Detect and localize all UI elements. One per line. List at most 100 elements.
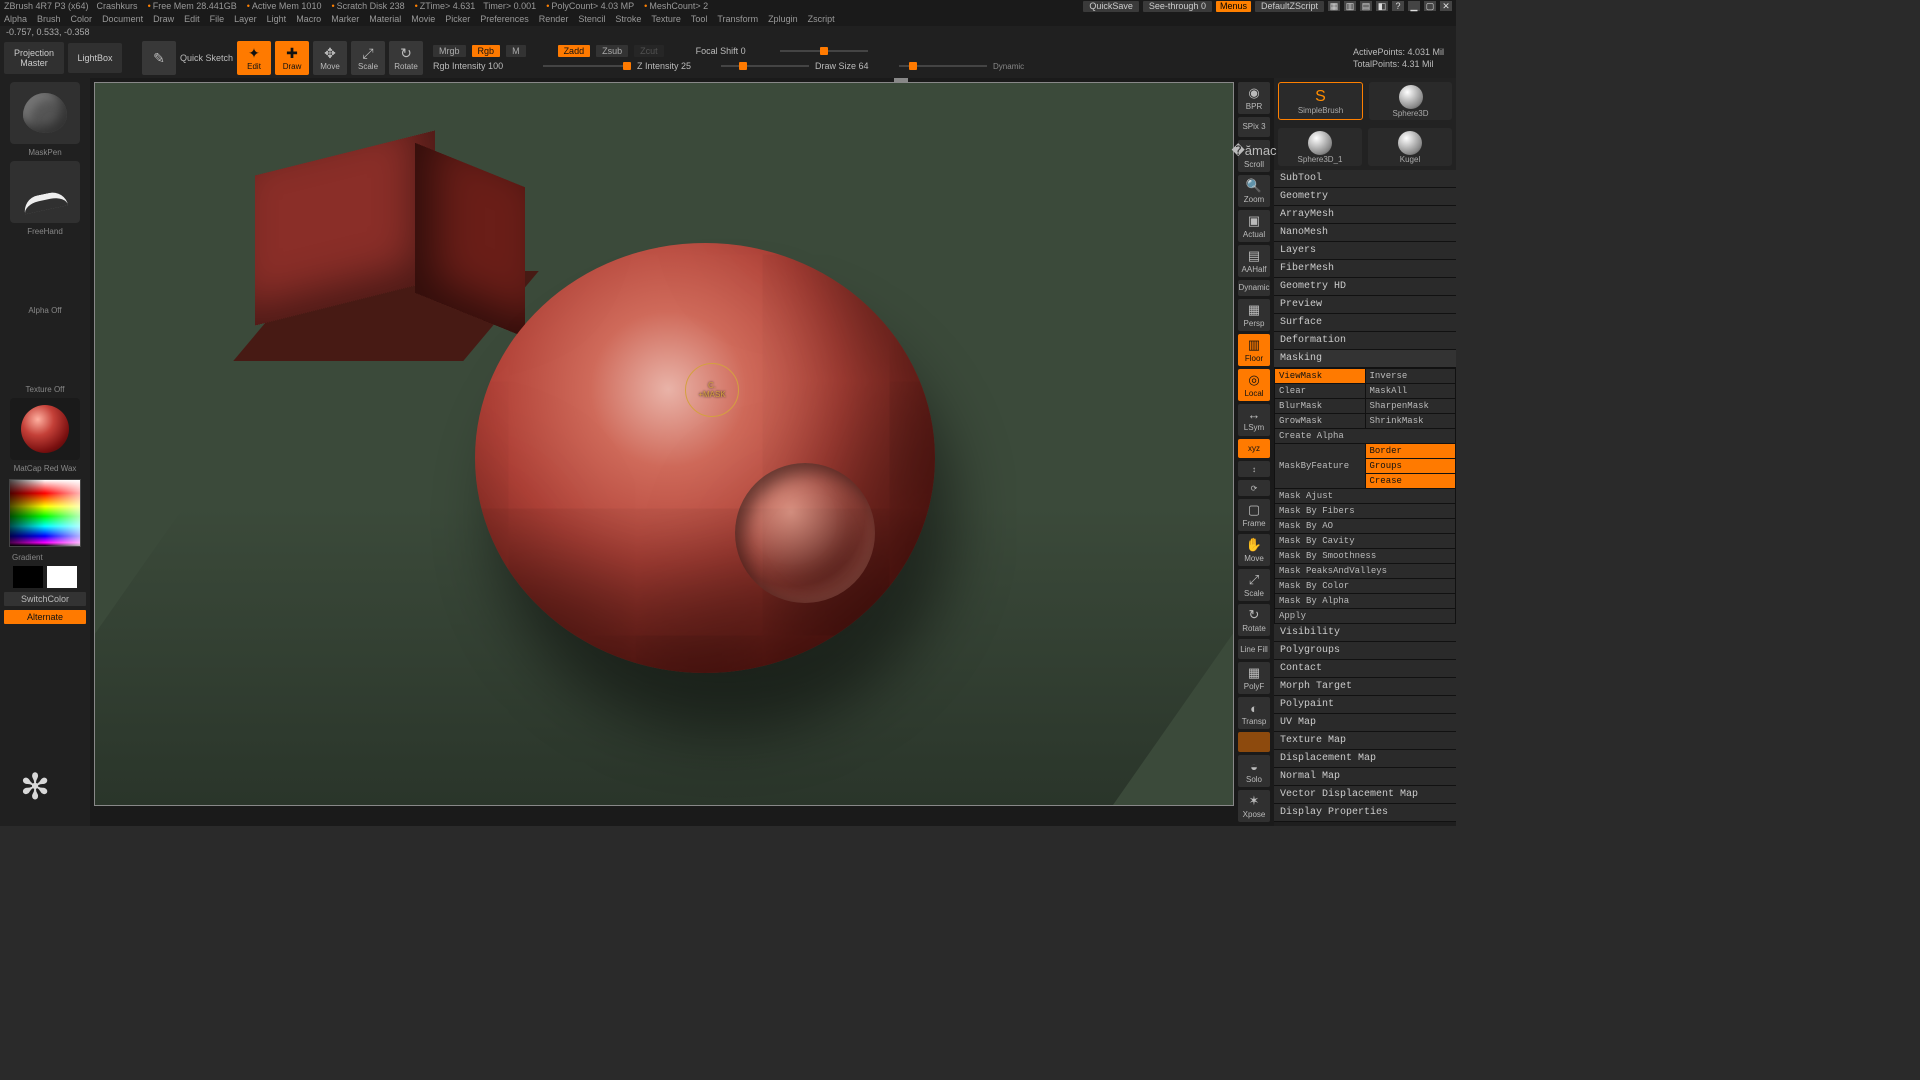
acc-uvmap[interactable]: UV Map — [1274, 714, 1456, 732]
persp-button[interactable]: ▦Persp — [1238, 299, 1270, 331]
lsym-button[interactable]: ↔LSym — [1238, 404, 1270, 436]
border-button[interactable]: Border — [1366, 444, 1456, 458]
bpr-button[interactable]: ◉BPR — [1238, 82, 1270, 114]
acc-visibility[interactable]: Visibility — [1274, 624, 1456, 642]
gradient-label[interactable]: Gradient — [4, 553, 86, 562]
acc-surface[interactable]: Surface — [1274, 314, 1456, 332]
menu-alpha[interactable]: Alpha — [4, 14, 27, 24]
mask-by-smoothness[interactable]: Mask By Smoothness — [1275, 549, 1455, 563]
xyz-button[interactable]: xyz — [1238, 439, 1270, 459]
transp-button[interactable]: ◐Transp — [1238, 697, 1270, 729]
menu-transform[interactable]: Transform — [717, 14, 758, 24]
acc-fibermesh[interactable]: FiberMesh — [1274, 260, 1456, 278]
menu-zplugin[interactable]: Zplugin — [768, 14, 798, 24]
mask-peaks-valleys[interactable]: Mask PeaksAndValleys — [1275, 564, 1455, 578]
groups-button[interactable]: Groups — [1366, 459, 1456, 473]
menu-stencil[interactable]: Stencil — [578, 14, 605, 24]
maximize-icon[interactable]: ▢ — [1424, 1, 1436, 11]
mask-by-ao[interactable]: Mask By AO — [1275, 519, 1455, 533]
color-picker[interactable] — [9, 479, 81, 547]
close-icon[interactable]: ✕ — [1440, 1, 1452, 11]
apply-button[interactable]: Apply — [1275, 609, 1455, 623]
viewport[interactable]: C. +MASK — [94, 82, 1234, 806]
maskall-button[interactable]: MaskAll — [1366, 384, 1456, 398]
lightbox-button[interactable]: LightBox — [68, 43, 122, 73]
menu-light[interactable]: Light — [267, 14, 287, 24]
menu-material[interactable]: Material — [369, 14, 401, 24]
zadd-button[interactable]: Zadd — [558, 45, 591, 57]
menus-toggle[interactable]: Menus — [1216, 1, 1251, 12]
mask-by-color[interactable]: Mask By Color — [1275, 579, 1455, 593]
acc-texturemap[interactable]: Texture Map — [1274, 732, 1456, 750]
acc-contact[interactable]: Contact — [1274, 660, 1456, 678]
aahalf-button[interactable]: ▤AAHalf — [1238, 245, 1270, 277]
clear-button[interactable]: Clear — [1275, 384, 1365, 398]
menu-texture[interactable]: Texture — [651, 14, 681, 24]
acc-normalmap[interactable]: Normal Map — [1274, 768, 1456, 786]
acc-polypaint[interactable]: Polypaint — [1274, 696, 1456, 714]
shrinkmask-button[interactable]: ShrinkMask — [1366, 414, 1456, 428]
move-view-button[interactable]: ✋Move — [1238, 534, 1270, 566]
acc-arraymesh[interactable]: ArrayMesh — [1274, 206, 1456, 224]
acc-nanomesh[interactable]: NanoMesh — [1274, 224, 1456, 242]
quicksave-button[interactable]: QuickSave — [1083, 1, 1139, 12]
scroll-button[interactable]: �ămасScroll — [1238, 140, 1270, 172]
menu-tool[interactable]: Tool — [691, 14, 708, 24]
acc-masking[interactable]: Masking — [1274, 350, 1456, 368]
mask-by-fibers[interactable]: Mask By Fibers — [1275, 504, 1455, 518]
rgb-intensity-slider[interactable] — [543, 65, 631, 67]
z-intensity-slider[interactable] — [721, 65, 809, 67]
primary-color[interactable] — [47, 566, 77, 588]
acc-geometryhd[interactable]: Geometry HD — [1274, 278, 1456, 296]
tool-slot-simplebrush[interactable]: SSimpleBrush — [1278, 82, 1363, 120]
draw-size-label[interactable]: Draw Size 64 — [815, 61, 893, 71]
brush-swatch[interactable] — [10, 82, 80, 144]
quicksketch-button[interactable]: ✎ — [142, 41, 176, 75]
actual-button[interactable]: ▣Actual — [1238, 210, 1270, 242]
alternate-button[interactable]: Alternate — [4, 610, 86, 624]
menu-brush[interactable]: Brush — [37, 14, 61, 24]
minimize-icon[interactable]: ▁ — [1408, 1, 1420, 11]
default-zscript[interactable]: DefaultZScript — [1255, 1, 1324, 12]
frame-button[interactable]: ▢Frame — [1238, 499, 1270, 531]
menu-render[interactable]: Render — [539, 14, 569, 24]
mrgb-button[interactable]: Mrgb — [433, 45, 466, 57]
menu-zscript[interactable]: Zscript — [808, 14, 835, 24]
seethrough-slider[interactable]: See-through 0 — [1143, 1, 1212, 12]
focal-shift-label[interactable]: Focal Shift 0 — [696, 46, 774, 56]
axis-y[interactable]: ↕ — [1238, 461, 1270, 477]
layout-b-icon[interactable]: ▥ — [1344, 1, 1356, 11]
acc-layers[interactable]: Layers — [1274, 242, 1456, 260]
menu-stroke[interactable]: Stroke — [615, 14, 641, 24]
solo-button[interactable]: ◒Solo — [1238, 755, 1270, 787]
alpha-swatch[interactable] — [10, 240, 80, 302]
sharpenmask-button[interactable]: SharpenMask — [1366, 399, 1456, 413]
acc-displayprops[interactable]: Display Properties — [1274, 804, 1456, 822]
rotate-mode-button[interactable]: ↻Rotate — [389, 41, 423, 75]
secondary-color[interactable] — [13, 566, 43, 588]
mask-adjust[interactable]: Mask Ajust — [1275, 489, 1455, 503]
create-alpha-button[interactable]: Create Alpha — [1275, 429, 1455, 443]
crease-button[interactable]: Crease — [1366, 474, 1456, 488]
tool-slot-sphere3d-1[interactable]: Sphere3D_1 — [1278, 128, 1362, 166]
stroke-swatch[interactable] — [10, 161, 80, 223]
z-intensity-label[interactable]: Z Intensity 25 — [637, 61, 715, 71]
pin-icon[interactable]: ◧ — [1376, 1, 1388, 11]
m-button[interactable]: M — [506, 45, 526, 57]
dynamic-label[interactable]: Dynamic — [993, 62, 1024, 71]
edit-mode-button[interactable]: ✦Edit — [237, 41, 271, 75]
menu-preferences[interactable]: Preferences — [480, 14, 529, 24]
rgb-button[interactable]: Rgb — [472, 45, 501, 57]
menu-document[interactable]: Document — [102, 14, 143, 24]
menu-macro[interactable]: Macro — [296, 14, 321, 24]
local-button[interactable]: ◎Local — [1238, 369, 1270, 401]
acc-subtool[interactable]: SubTool — [1274, 170, 1456, 188]
draw-size-slider[interactable] — [899, 65, 987, 67]
blurmask-button[interactable]: BlurMask — [1275, 399, 1365, 413]
spix-button[interactable]: SPix 3 — [1238, 117, 1270, 137]
inverse-button[interactable]: Inverse — [1366, 369, 1456, 383]
rgb-intensity-label[interactable]: Rgb Intensity 100 — [433, 61, 537, 71]
layout-a-icon[interactable]: ▦ — [1328, 1, 1340, 11]
menu-picker[interactable]: Picker — [445, 14, 470, 24]
menu-edit[interactable]: Edit — [184, 14, 200, 24]
